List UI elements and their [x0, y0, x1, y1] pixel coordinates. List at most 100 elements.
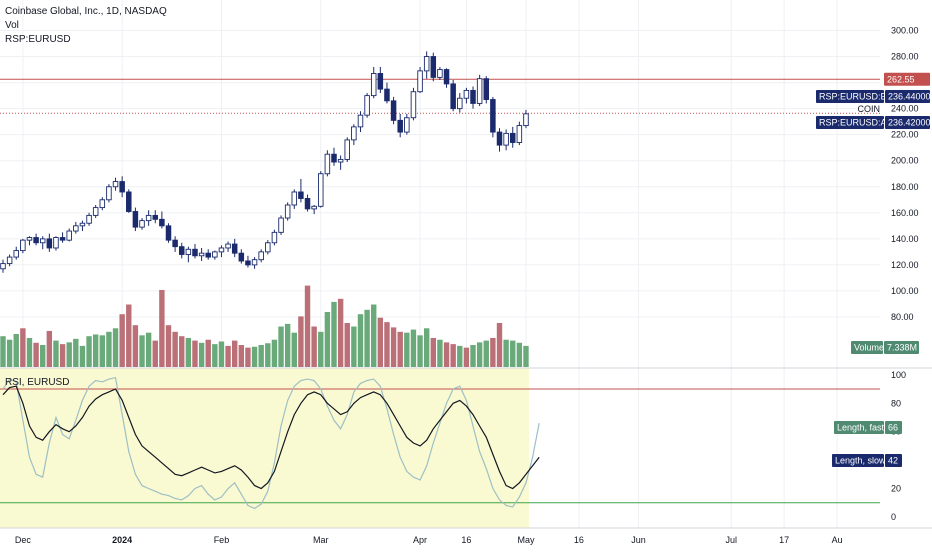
volume-bar-69 [457, 345, 463, 367]
volume-bar-47 [311, 326, 317, 367]
volume-bar-62 [410, 329, 417, 367]
volume-bar-54 [357, 314, 364, 367]
bid-name-tag: RSP:EURUSD:BID [819, 92, 896, 102]
volume-bar-2 [13, 334, 19, 367]
volume-bar-14 [92, 334, 99, 367]
candle-body-12 [79, 222, 86, 227]
price-tick-8: 240.00 [891, 104, 919, 114]
volume-bar-22 [145, 332, 152, 367]
rsi-slow-value-tag: 42 [888, 456, 898, 466]
volume-bar-40 [265, 343, 271, 367]
volume-bar-64 [423, 328, 430, 367]
volume-bar-28 [185, 337, 192, 367]
volume-bar-3 [20, 328, 26, 367]
volume-bar-29 [192, 340, 198, 367]
volume-bar-53 [351, 326, 357, 367]
candle-body-28 [185, 248, 192, 255]
volume-bar-75 [496, 323, 503, 367]
candle-body-6 [39, 238, 46, 244]
candle-body-35 [231, 243, 238, 254]
volume-bar-42 [278, 326, 284, 367]
candle-body-25 [165, 225, 172, 241]
volume-bar-78 [516, 342, 523, 367]
ask-value-tag: 236.42000 [888, 118, 931, 128]
rsi-tick-4: 80 [891, 398, 901, 408]
volume-bar-27 [179, 336, 185, 367]
legend-rsi: RSI, EURUSD [5, 377, 70, 388]
candle-body-59 [390, 100, 397, 121]
candle-body-62 [410, 91, 417, 119]
candle-body-40 [265, 242, 271, 253]
volume-bar-77 [510, 340, 516, 367]
coin-label: COIN [858, 104, 881, 114]
legend-volume: Vol [5, 20, 19, 31]
candle-body-64 [423, 56, 430, 72]
candle-body-22 [145, 214, 152, 222]
time-tick-9: Jul [725, 535, 737, 545]
volume-bar-74 [490, 337, 496, 367]
candle-body-4 [26, 237, 33, 241]
volume-bar-19 [126, 304, 132, 367]
bid-value-tag: 236.44000 [888, 92, 931, 102]
price-tick-1: 100.00 [891, 286, 919, 296]
volume-bar-34 [225, 345, 231, 367]
candle-body-73 [483, 78, 490, 100]
candle-body-20 [132, 211, 139, 228]
volume-bar-43 [284, 323, 291, 367]
candle-body-46 [304, 198, 311, 210]
candle-body-53 [351, 126, 357, 141]
volume-bar-79 [523, 345, 529, 367]
volume-bar-76 [503, 339, 509, 367]
time-tick-3: Mar [313, 535, 329, 545]
rsi-fast-value-tag: 66 [888, 423, 898, 433]
volume-bar-55 [364, 309, 370, 367]
price-tick-2: 120.00 [891, 260, 919, 270]
volume-bar-21 [139, 335, 145, 367]
candle-body-50 [331, 153, 337, 163]
price-tick-4: 160.00 [891, 208, 919, 218]
candle-body-30 [198, 252, 205, 257]
candle-body-14 [92, 207, 99, 216]
candle-body-49 [324, 153, 331, 175]
candle-body-3 [20, 239, 26, 252]
candle-body-18 [119, 181, 125, 193]
candle-body-71 [470, 89, 476, 104]
volume-bar-37 [245, 347, 251, 367]
candle-body-10 [66, 230, 72, 241]
candle-body-43 [284, 204, 291, 219]
volume-bar-60 [397, 331, 403, 367]
volume-bar-65 [430, 337, 436, 367]
candle-body-27 [178, 246, 185, 255]
volume-bar-67 [443, 342, 450, 367]
price-tick-0: 80.00 [891, 312, 914, 322]
candle-body-77 [509, 132, 516, 143]
time-tick-1: 2024 [112, 535, 132, 545]
price-tick-3: 140.00 [891, 234, 919, 244]
chart-canvas: 80.00 100.00 120.00 140.00 160.00 180.00 200.0… [0, 0, 932, 545]
volume-bar-1 [6, 339, 13, 367]
time-tick-11: Au [832, 535, 843, 545]
volume-bar-23 [152, 340, 158, 367]
volume-bar-30 [198, 342, 205, 367]
volume-bar-73 [483, 340, 489, 367]
volume-bar-71 [470, 345, 476, 367]
candle-body-68 [450, 83, 456, 110]
candle-body-56 [370, 73, 377, 97]
rsi-slow-name-tag: Length, slow [835, 456, 886, 466]
volume-bar-44 [291, 332, 297, 367]
candle-body-58 [384, 88, 390, 102]
candle-body-13 [86, 214, 92, 224]
volume-bar-12 [79, 345, 86, 367]
volume-bar-45 [298, 316, 304, 367]
candle-body-51 [337, 158, 344, 163]
legend-title: Coinbase Global, Inc., 1D, NASDAQ [5, 6, 167, 17]
candle-body-61 [404, 117, 410, 133]
volume-bar-52 [344, 323, 350, 367]
time-tick-0: Dec [15, 535, 32, 545]
candle-body-26 [172, 239, 178, 248]
candle-body-8 [53, 237, 59, 249]
volume-bar-26 [172, 331, 178, 367]
volume-bar-57 [377, 317, 384, 367]
candle-body-48 [318, 173, 324, 207]
volume-bar-66 [437, 339, 443, 367]
